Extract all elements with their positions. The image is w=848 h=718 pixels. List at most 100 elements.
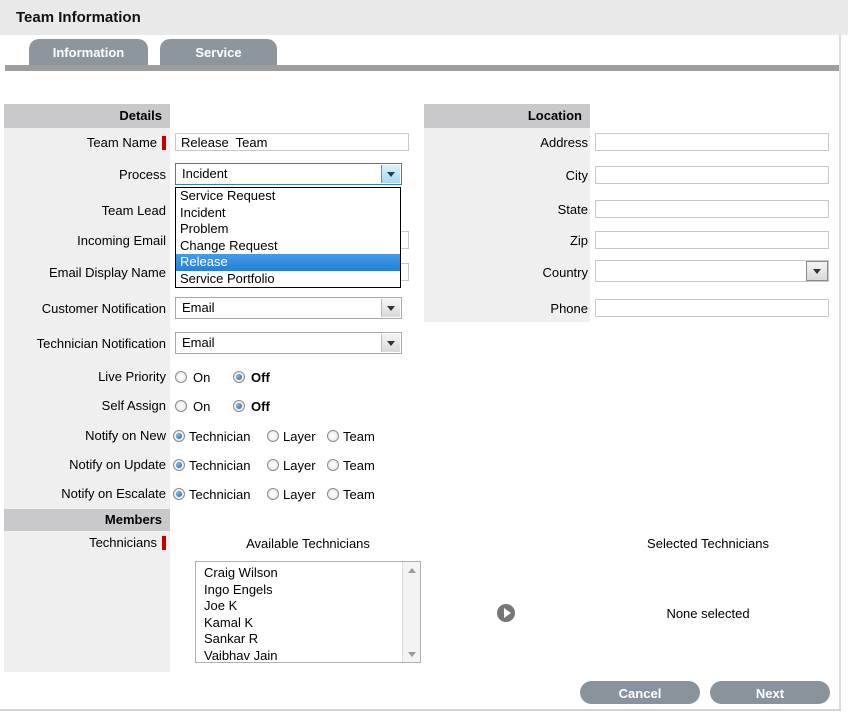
customer-notification-value: Email — [182, 300, 215, 315]
notify-new-team-radio[interactable] — [327, 430, 339, 442]
required-marker-icon — [162, 536, 166, 550]
live-priority-label: Live Priority — [4, 369, 166, 385]
title-bar: Team Information — [0, 0, 848, 35]
menu-option-change-request[interactable]: Change Request — [176, 238, 400, 255]
notify-update-technician-radio[interactable] — [173, 459, 185, 471]
chevron-down-icon — [813, 269, 821, 274]
available-technicians-listbox[interactable]: Craig Wilson Ingo Engels Joe K Kamal K S… — [195, 561, 421, 663]
country-select[interactable] — [595, 260, 829, 282]
process-dropdown-menu: Service Request Incident Problem Change … — [175, 187, 401, 288]
live-priority-on-radio[interactable] — [175, 371, 187, 383]
panel-right-border — [839, 35, 841, 711]
cancel-button[interactable]: Cancel — [580, 681, 700, 704]
technician-list-item[interactable]: Sankar R — [196, 631, 420, 648]
available-technicians-title: Available Technicians — [195, 536, 421, 552]
tab-information[interactable]: Information — [29, 39, 148, 65]
selected-technicians-title: Selected Technicians — [595, 536, 821, 552]
customer-notification-select-button[interactable] — [381, 299, 400, 317]
menu-option-problem[interactable]: Problem — [176, 221, 400, 238]
live-priority-on-label: On — [193, 370, 210, 386]
move-right-icon[interactable] — [497, 604, 515, 622]
chevron-down-icon — [387, 341, 395, 346]
phone-input[interactable] — [595, 299, 829, 317]
notify-escalate-team-label: Team — [343, 487, 375, 503]
technician-list-item[interactable]: Craig Wilson — [196, 565, 420, 582]
menu-option-release[interactable]: Release — [176, 254, 400, 271]
state-label: State — [424, 202, 588, 218]
customer-notification-select[interactable]: Email — [175, 297, 402, 319]
notify-update-layer-label: Layer — [283, 458, 316, 474]
details-section-header: Details — [4, 104, 170, 128]
team-name-label: Team Name — [4, 135, 166, 151]
notify-new-layer-label: Layer — [283, 429, 316, 445]
self-assign-on-radio[interactable] — [175, 400, 187, 412]
scroll-down-icon[interactable] — [403, 646, 420, 662]
phone-label: Phone — [424, 301, 588, 317]
technicians-label: Technicians — [4, 535, 166, 551]
tab-underline-bar — [5, 65, 839, 71]
self-assign-off-radio[interactable] — [233, 400, 245, 412]
technician-list-item[interactable]: Ingo Engels — [196, 582, 420, 599]
technician-list-item[interactable]: Kamal K — [196, 615, 420, 632]
incoming-email-label: Incoming Email — [4, 233, 166, 249]
page-title: Team Information — [16, 0, 141, 35]
city-input[interactable] — [595, 166, 829, 184]
email-display-name-label: Email Display Name — [4, 265, 166, 281]
chevron-down-icon — [387, 172, 395, 177]
process-select[interactable]: Incident — [175, 163, 402, 185]
notify-new-technician-label: Technician — [189, 429, 250, 445]
notify-new-team-label: Team — [343, 429, 375, 445]
notify-escalate-team-radio[interactable] — [327, 488, 339, 500]
zip-input[interactable] — [595, 231, 829, 249]
process-label: Process — [4, 167, 166, 183]
address-input[interactable] — [595, 133, 829, 151]
country-label: Country — [424, 265, 588, 281]
self-assign-on-label: On — [193, 399, 210, 415]
notify-escalate-layer-radio[interactable] — [267, 488, 279, 500]
country-select-button[interactable] — [806, 261, 828, 281]
technician-list-item[interactable]: Joe K — [196, 598, 420, 615]
available-technicians-list: Craig Wilson Ingo Engels Joe K Kamal K S… — [196, 562, 420, 663]
chevron-down-icon — [387, 306, 395, 311]
team-information-page: Team Information Information Service Det… — [0, 0, 848, 718]
scroll-up-icon[interactable] — [403, 562, 420, 578]
process-select-value: Incident — [182, 166, 228, 181]
notify-update-team-label: Team — [343, 458, 375, 474]
self-assign-off-label: Off — [251, 399, 270, 415]
menu-option-service-request[interactable]: Service Request — [176, 188, 400, 205]
technician-notification-select[interactable]: Email — [175, 332, 402, 354]
live-priority-off-label: Off — [251, 370, 270, 386]
team-lead-label: Team Lead — [4, 203, 166, 219]
technician-list-item[interactable]: Vaibhav Jain — [196, 648, 420, 664]
listbox-scrollbar[interactable] — [402, 562, 420, 662]
city-label: City — [424, 168, 588, 184]
notify-on-update-label: Notify on Update — [4, 457, 166, 473]
live-priority-off-radio[interactable] — [233, 371, 245, 383]
notify-update-technician-label: Technician — [189, 458, 250, 474]
menu-option-incident[interactable]: Incident — [176, 205, 400, 222]
technician-notification-label: Technician Notification — [4, 336, 166, 352]
address-label: Address — [424, 135, 588, 151]
location-section-header: Location — [424, 104, 590, 128]
notify-escalate-layer-label: Layer — [283, 487, 316, 503]
next-button[interactable]: Next — [710, 681, 830, 704]
notify-update-layer-radio[interactable] — [267, 459, 279, 471]
none-selected-text: None selected — [595, 606, 821, 622]
state-input[interactable] — [595, 200, 829, 218]
notify-new-layer-radio[interactable] — [267, 430, 279, 442]
customer-notification-label: Customer Notification — [4, 301, 166, 317]
details-label-column — [4, 104, 170, 672]
notify-escalate-technician-radio[interactable] — [173, 488, 185, 500]
team-name-input[interactable] — [175, 133, 409, 151]
tab-service[interactable]: Service — [160, 39, 277, 65]
process-select-button[interactable] — [381, 165, 400, 183]
notify-on-new-label: Notify on New — [4, 428, 166, 444]
technician-notification-value: Email — [182, 335, 215, 350]
panel-bottom-border — [0, 709, 841, 711]
notify-update-team-radio[interactable] — [327, 459, 339, 471]
menu-option-service-portfolio[interactable]: Service Portfolio — [176, 271, 400, 288]
required-marker-icon — [162, 136, 166, 150]
notify-on-escalate-label: Notify on Escalate — [4, 486, 166, 502]
technician-notification-select-button[interactable] — [381, 334, 400, 352]
notify-new-technician-radio[interactable] — [173, 430, 185, 442]
